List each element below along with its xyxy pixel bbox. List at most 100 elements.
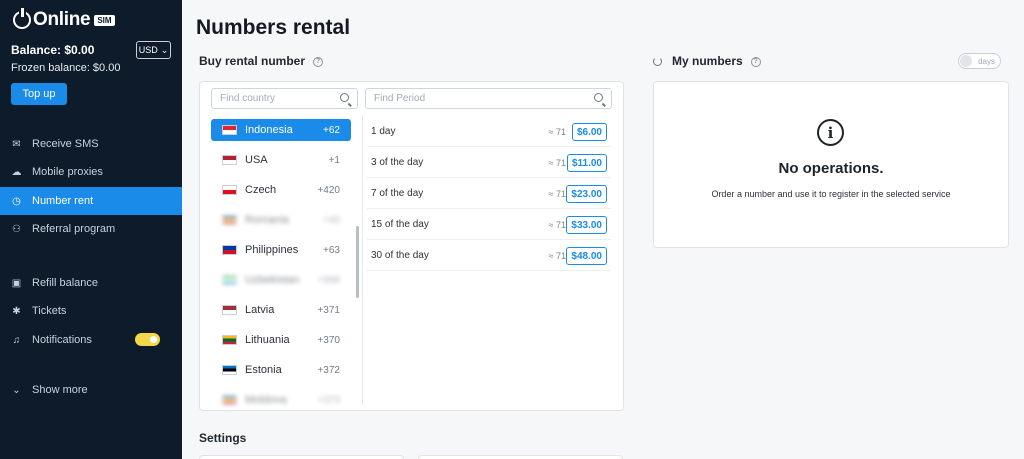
nav-label: Number rent: [32, 195, 94, 207]
search-icon: [340, 93, 349, 102]
country-code: +370: [317, 334, 340, 346]
nav-referral-program[interactable]: ⚇ Referral program: [0, 215, 182, 243]
buy-rental-title: Buy rental number: [199, 54, 306, 68]
my-numbers-heading: My numbers?: [653, 54, 761, 68]
flag-icon: [222, 215, 237, 225]
country-name: Moldova: [245, 394, 287, 406]
balance-label: Balance: $0.00: [11, 43, 95, 57]
country-item[interactable]: Latvia +371: [211, 299, 351, 321]
buy-rental-heading: Buy rental number?: [199, 54, 324, 68]
notifications-toggle[interactable]: [135, 333, 160, 346]
refresh-icon[interactable]: [653, 57, 662, 67]
nav-label: Referral program: [32, 223, 116, 235]
brand-name: Online: [33, 9, 91, 30]
settings-title: Settings: [199, 431, 247, 445]
my-numbers-title: My numbers: [672, 54, 743, 68]
country-item[interactable]: USA +1: [211, 149, 351, 171]
price-button[interactable]: $6.00: [571, 123, 607, 141]
days-toggle[interactable]: days: [958, 53, 1001, 69]
currency-value: USD: [138, 45, 158, 55]
country-search-input[interactable]: Find country: [211, 88, 358, 109]
period-item[interactable]: 15 of the day ≈ 71 $33.00: [367, 210, 611, 240]
country-search-placeholder: Find country: [220, 93, 276, 104]
top-up-button[interactable]: Top up: [11, 83, 67, 105]
page-title: Numbers rental: [196, 16, 351, 39]
available-quantity: ≈ 71: [548, 250, 566, 261]
settings-card: [199, 455, 404, 459]
divider: [362, 116, 363, 404]
country-code: +373: [317, 394, 340, 406]
cloud-icon: ☁: [11, 166, 22, 178]
country-code: +40: [323, 214, 340, 226]
nav-mobile-proxies[interactable]: ☁ Mobile proxies: [0, 158, 182, 186]
available-quantity: ≈ 71: [548, 157, 566, 168]
envelope-icon: ✉: [12, 138, 21, 150]
logo[interactable]: Online SIM: [13, 8, 115, 31]
currency-select[interactable]: USD ⌄: [136, 41, 171, 59]
nav-label: Notifications: [32, 334, 92, 346]
period-item[interactable]: 30 of the day ≈ 71 $48.00: [367, 241, 611, 271]
flag-icon: [222, 335, 237, 345]
power-icon: [13, 8, 31, 29]
country-name: USA: [245, 154, 268, 166]
available-quantity: ≈ 71: [548, 219, 566, 230]
nav-tickets[interactable]: ✱ Tickets: [0, 297, 182, 325]
country-code: +420: [317, 184, 340, 196]
period-label: 3 of the day: [371, 157, 424, 168]
country-name: Czech: [245, 184, 277, 196]
nav-number-rent[interactable]: ◷ Number rent: [0, 187, 182, 215]
nav-label: Mobile proxies: [32, 166, 103, 178]
country-list-scrollbar[interactable]: [356, 226, 359, 298]
brand-badge: SIM: [94, 14, 115, 26]
price-button[interactable]: $23.00: [566, 185, 607, 203]
country-item[interactable]: Romania +40: [211, 209, 351, 231]
nav-label: Refill balance: [32, 277, 99, 289]
period-search-input[interactable]: Find Period: [365, 88, 612, 109]
flag-icon: [222, 305, 237, 315]
nav-label: Show more: [32, 384, 88, 396]
country-name: Indonesia: [245, 124, 293, 136]
country-code: +63: [323, 244, 340, 256]
price-button[interactable]: $48.00: [566, 247, 607, 265]
available-quantity: ≈ 71: [548, 188, 566, 199]
period-item[interactable]: 3 of the day ≈ 71 $11.00: [367, 148, 611, 178]
country-code: +371: [317, 304, 340, 316]
country-name: Latvia: [245, 304, 275, 316]
country-item[interactable]: Lithuania +370: [211, 329, 351, 351]
help-icon[interactable]: ?: [750, 56, 761, 67]
search-icon: [594, 93, 603, 102]
country-item[interactable]: Philippines +63: [211, 239, 351, 261]
period-item[interactable]: 1 day ≈ 71 $6.00: [367, 117, 611, 147]
country-name: Philippines: [245, 244, 299, 256]
flag-icon: [222, 125, 237, 135]
nav-label: Receive SMS: [32, 138, 99, 150]
period-label: 30 of the day: [371, 250, 429, 261]
price-button[interactable]: $33.00: [566, 216, 607, 234]
nav-label: Tickets: [32, 305, 67, 317]
country-name: Uzbekistan: [245, 274, 300, 286]
country-item[interactable]: Estonia +372: [211, 359, 351, 381]
nav-receive-sms[interactable]: ✉ Receive SMS: [0, 130, 182, 158]
days-toggle-label: days: [978, 56, 995, 66]
period-search-placeholder: Find Period: [374, 93, 426, 104]
country-item[interactable]: Uzbekistan +998: [211, 269, 351, 291]
nav-refill-balance[interactable]: ▣ Refill balance: [0, 269, 182, 297]
empty-title: No operations.: [778, 160, 884, 177]
available-quantity: ≈ 71: [548, 126, 566, 137]
period-item[interactable]: 7 of the day ≈ 71 $23.00: [367, 179, 611, 209]
wallet-icon: ▣: [11, 277, 22, 289]
country-item[interactable]: Moldova +373: [211, 389, 351, 411]
sidebar: Online SIM Balance: $0.00 Frozen balance…: [0, 0, 182, 459]
help-icon[interactable]: ?: [313, 56, 324, 67]
settings-card: [418, 455, 623, 459]
flag-icon: [222, 185, 237, 195]
price-button[interactable]: $11.00: [566, 154, 607, 172]
country-item[interactable]: Czech +420: [211, 179, 351, 201]
country-name: Lithuania: [245, 334, 290, 346]
nav-show-more[interactable]: ⌄ Show more: [0, 376, 182, 404]
flag-icon: [222, 275, 237, 285]
flag-icon: [222, 245, 237, 255]
clock-icon: ◷: [12, 195, 21, 207]
country-item[interactable]: Indonesia +62: [211, 119, 351, 141]
empty-subtitle: Order a number and use it to register in…: [711, 189, 951, 199]
